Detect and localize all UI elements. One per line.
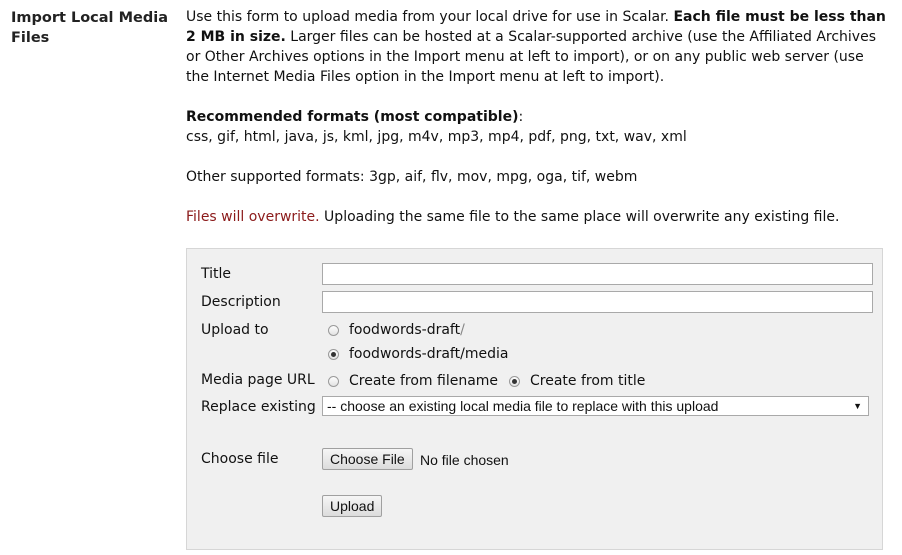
choose-file-label: Choose file xyxy=(201,451,279,467)
replace-selected-value: -- choose an existing local media file t… xyxy=(327,398,719,414)
upload-form: Title Description Upload to foodwords-dr… xyxy=(186,248,883,550)
upload-to-label: Upload to xyxy=(201,322,269,338)
upload-button[interactable]: Upload xyxy=(322,495,383,517)
intro-paragraph: Use this form to upload media from your … xyxy=(186,7,886,87)
title-input[interactable] xyxy=(322,263,873,285)
overwrite-warning: Files will overwrite. xyxy=(186,209,320,225)
description-label: Description xyxy=(201,294,281,310)
intro-text: Use this form to upload media from your … xyxy=(186,7,886,247)
overwrite-text: Uploading the same file to the same plac… xyxy=(319,209,840,225)
upload-to-option-label: foodwords-draft/media xyxy=(349,346,509,362)
media-url-option-label: Create from filename xyxy=(349,373,499,389)
intro-text-b: Larger files can be hosted at a Scalar-s… xyxy=(186,29,876,85)
recommended-colon: : xyxy=(518,109,524,125)
upload-to-option-root[interactable]: foodwords-draft / xyxy=(328,321,465,339)
media-url-option-label: Create from title xyxy=(530,373,646,389)
media-url-label: Media page URL xyxy=(201,372,315,388)
media-url-option-title[interactable]: Create from title xyxy=(509,372,645,390)
upload-to-option-label: foodwords-draft xyxy=(349,322,461,338)
file-status: No file chosen xyxy=(420,452,509,468)
overwrite-notice: Files will overwrite. Uploading the same… xyxy=(186,207,886,227)
upload-to-option-media[interactable]: foodwords-draft/media xyxy=(328,345,508,363)
other-formats: Other supported formats: 3gp, aif, flv, … xyxy=(186,169,638,185)
recommended-list: css, gif, html, java, js, kml, jpg, m4v,… xyxy=(186,129,687,145)
radio-button-selected[interactable] xyxy=(328,348,339,360)
intro-text-a: Use this form to upload media from your … xyxy=(186,9,674,25)
description-input[interactable] xyxy=(322,291,873,313)
page-title: Import Local Media Files xyxy=(11,10,168,46)
recommended-formats: Recommended formats (most compatible): cs… xyxy=(186,107,886,147)
recommended-heading: Recommended formats (most compatible) xyxy=(186,109,519,125)
radio-button-selected[interactable] xyxy=(509,375,520,387)
radio-button[interactable] xyxy=(328,375,339,387)
path-slash: / xyxy=(460,322,465,338)
radio-button[interactable] xyxy=(328,324,339,336)
media-url-option-filename[interactable]: Create from filename xyxy=(328,372,498,390)
title-label: Title xyxy=(201,266,232,282)
choose-file-button[interactable]: Choose File xyxy=(322,448,413,470)
replace-existing-label: Replace existing xyxy=(201,399,316,415)
dropdown-arrow-icon: ▼ xyxy=(853,401,862,411)
replace-existing-select[interactable]: -- choose an existing local media file t… xyxy=(322,396,869,416)
